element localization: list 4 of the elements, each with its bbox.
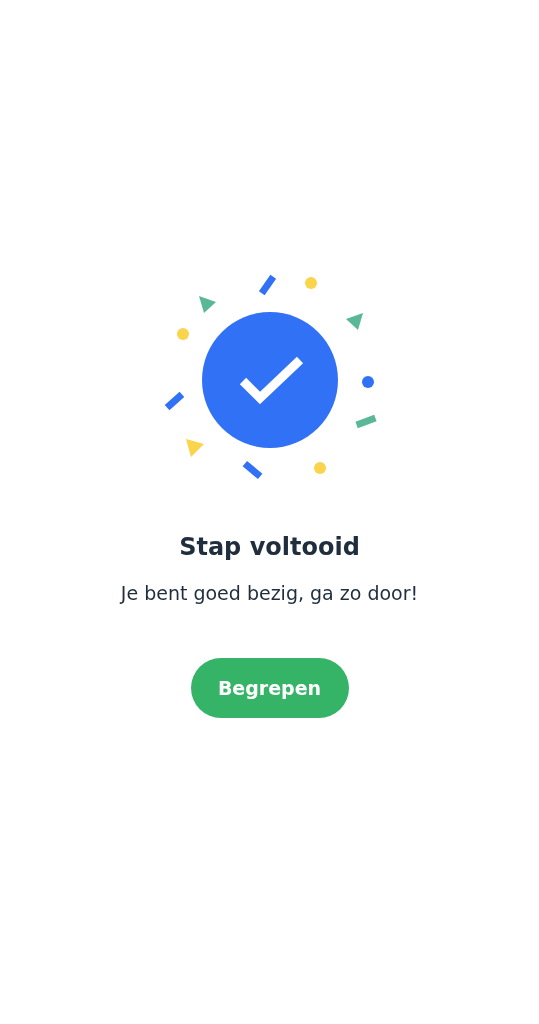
title: Stap voltooid [179, 532, 360, 563]
got-it-button[interactable]: Begrepen [190, 658, 349, 718]
check-circle-icon [201, 312, 338, 448]
message: Je bent goed bezig, ga zo door! [120, 581, 419, 606]
